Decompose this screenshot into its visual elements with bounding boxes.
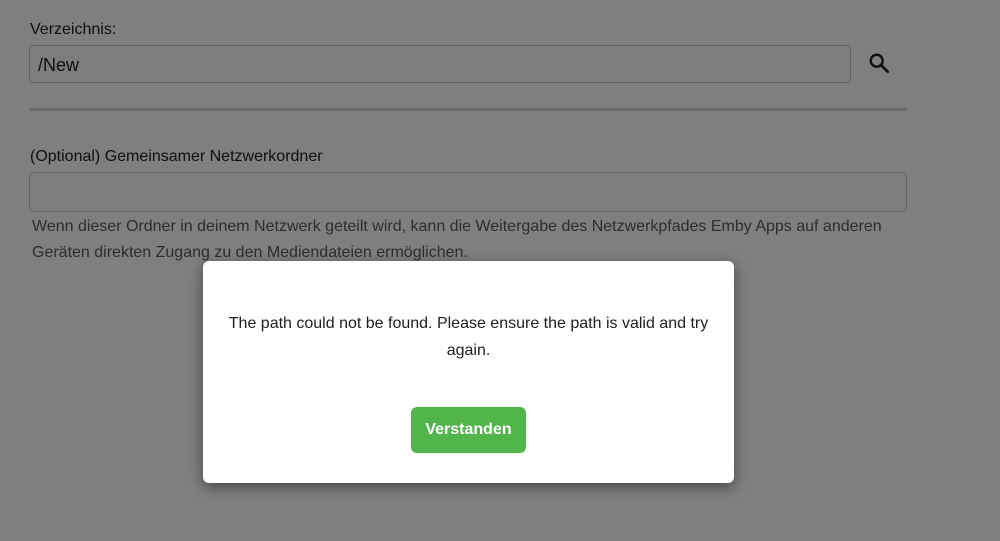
alert-dialog: The path could not be found. Please ensu… [203,261,734,483]
dialog-message: The path could not be found. Please ensu… [228,315,709,359]
confirm-button[interactable]: Verstanden [411,407,526,453]
